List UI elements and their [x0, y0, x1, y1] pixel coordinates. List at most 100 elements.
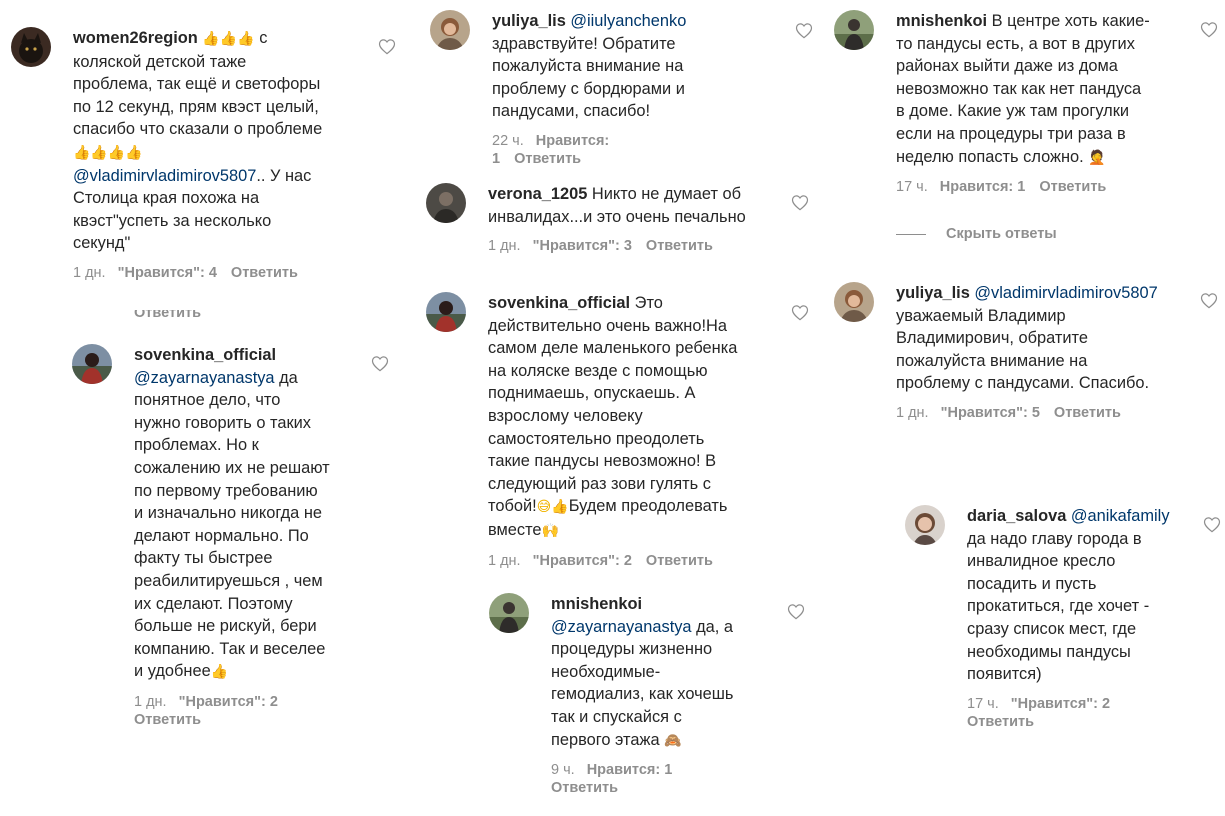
- emoji: 👍👍👍: [202, 31, 255, 47]
- comment-line: пожалуйста внимание на: [492, 55, 686, 78]
- comment-body: women26region 👍👍👍 с коляской детской таже…: [73, 27, 322, 282]
- avatar[interactable]: [834, 282, 874, 322]
- username-link[interactable]: verona_1205: [488, 185, 587, 203]
- comment-line: взрослому человеку: [488, 405, 737, 428]
- comment-line: и удобнее👍: [134, 660, 330, 684]
- mention-link[interactable]: @vladimirvladimirov5807: [73, 167, 256, 185]
- likes-count[interactable]: "Нравится": 3: [533, 238, 632, 254]
- likes-count[interactable]: "Нравится": 2: [179, 694, 278, 710]
- avatar[interactable]: [489, 593, 529, 633]
- comment-line: необходимые-: [551, 661, 733, 684]
- avatar[interactable]: [426, 183, 466, 223]
- timestamp[interactable]: 1 дн.: [488, 553, 521, 569]
- timestamp[interactable]: 22 ч.: [492, 133, 524, 149]
- comment-text: появится): [967, 665, 1042, 684]
- comment-text: посадить и пусть: [967, 574, 1097, 593]
- reply-button[interactable]: Ответить: [646, 553, 713, 569]
- heart-icon[interactable]: [1203, 516, 1221, 533]
- comment-body: yuliya_lis @vladimirvladimirov5807 уважае…: [896, 282, 1158, 422]
- comment-text: проблема, так ещё и светофоры: [73, 75, 321, 94]
- username-link[interactable]: daria_salova: [967, 507, 1066, 525]
- emoji: 👍👍👍👍: [73, 144, 143, 161]
- reply-button[interactable]: Ответить: [134, 712, 201, 728]
- avatar[interactable]: [426, 292, 466, 332]
- reply-button[interactable]: Ответить: [551, 780, 618, 796]
- avatar[interactable]: [72, 344, 112, 384]
- avatar[interactable]: [430, 10, 470, 50]
- comment-line: квэст"успеть за несколько: [73, 210, 322, 233]
- comment-text: следующий раз зови гулять с: [488, 474, 711, 493]
- username-link[interactable]: mnishenkoi: [551, 595, 642, 613]
- avatar[interactable]: [905, 505, 945, 545]
- comment-text: с: [254, 29, 268, 47]
- mention-link[interactable]: @zayarnayanastya: [551, 618, 692, 636]
- comment-meta: 22 ч. Нравится: 1 Ответить: [492, 132, 686, 168]
- comment-text: проблему с пандусами. Спасибо.: [896, 374, 1150, 393]
- comment-body: verona_1205 Никто не думает об инвалидах.…: [488, 183, 746, 255]
- comment-line: так и спускайся с: [551, 706, 733, 729]
- reply-button[interactable]: Ответить: [967, 714, 1034, 730]
- likes-count[interactable]: "Нравится": 5: [941, 405, 1040, 421]
- comment-text: инвалидах...и это очень печально: [488, 207, 746, 226]
- comment-line: да надо главу города в: [967, 528, 1170, 551]
- avatar[interactable]: [11, 27, 51, 67]
- emoji: 🙌: [541, 522, 559, 539]
- timestamp[interactable]: 1 дн.: [488, 238, 521, 254]
- cutoff-reply-link[interactable]: Ответить: [134, 310, 201, 324]
- likes-count[interactable]: Нравится: 1: [940, 179, 1026, 195]
- mention-link[interactable]: @zayarnayanastya: [134, 369, 275, 387]
- reply-button[interactable]: Ответить: [231, 265, 298, 281]
- heart-icon[interactable]: [378, 38, 396, 55]
- comment-text: да надо главу города в: [967, 529, 1142, 548]
- reply-button[interactable]: Ответить: [1039, 179, 1106, 195]
- comment-line: пожалуйста внимание на: [896, 350, 1158, 373]
- username-link[interactable]: yuliya_lis: [896, 284, 970, 302]
- comment-line: @vladimirvladimirov5807.. У нас: [73, 165, 322, 188]
- comment-text: если на процедуры три раза в: [896, 124, 1126, 143]
- comment-body: sovenkina_official @zayarnayanastya да пон…: [134, 344, 330, 729]
- heart-icon[interactable]: [791, 304, 809, 321]
- heart-icon[interactable]: [795, 22, 813, 39]
- comment-text: первого этажа: [551, 730, 665, 749]
- likes-count[interactable]: "Нравится": 2: [533, 553, 632, 569]
- heart-icon[interactable]: [787, 603, 805, 620]
- comment-line: sovenkina_official: [134, 344, 330, 367]
- comment-text: и изначально никогда не: [134, 504, 322, 523]
- mention-link[interactable]: @iiulyanchenko: [570, 12, 686, 30]
- comment-line: неделю попасть сложно. 🤦: [896, 146, 1150, 170]
- comment-line: по первому требованию: [134, 480, 330, 503]
- mention-link[interactable]: @vladimirvladimirov5807: [974, 284, 1157, 302]
- reply-button[interactable]: Ответить: [646, 238, 713, 254]
- heart-icon[interactable]: [791, 194, 809, 211]
- heart-icon[interactable]: [1200, 21, 1218, 38]
- comment-line: спасибо что сказали о проблеме: [73, 118, 322, 141]
- heart-icon[interactable]: [371, 355, 389, 372]
- comment-line: daria_salova @anikafamily: [967, 505, 1170, 528]
- comment-line: сожалению их не решают: [134, 457, 330, 480]
- comment-line: реабилитируешься , чем: [134, 570, 330, 593]
- hide-replies-button[interactable]: Скрыть ответы: [896, 226, 1057, 242]
- heart-icon[interactable]: [1200, 292, 1218, 309]
- likes-count[interactable]: Нравится: 1: [587, 762, 673, 778]
- reply-button[interactable]: Ответить: [1054, 405, 1121, 421]
- likes-count[interactable]: "Нравится": 4: [118, 265, 217, 281]
- username-link[interactable]: sovenkina_official: [488, 294, 630, 312]
- username-link[interactable]: mnishenkoi: [896, 12, 987, 30]
- comment-text: факту ты быстрее: [134, 549, 273, 568]
- timestamp[interactable]: 17 ч.: [967, 696, 999, 712]
- username-link[interactable]: women26region: [73, 29, 198, 47]
- comment-line: 👍👍👍👍: [73, 141, 322, 165]
- comment-line: проблема, так ещё и светофоры: [73, 73, 322, 96]
- timestamp[interactable]: 17 ч.: [896, 179, 928, 195]
- timestamp[interactable]: 1 дн.: [896, 405, 929, 421]
- timestamp[interactable]: 9 ч.: [551, 762, 575, 778]
- reply-button[interactable]: Ответить: [514, 151, 581, 167]
- username-link[interactable]: yuliya_lis: [492, 12, 566, 30]
- timestamp[interactable]: 1 дн.: [73, 265, 106, 281]
- comment-line: в доме. Какие уж там прогулки: [896, 100, 1150, 123]
- avatar[interactable]: [834, 10, 874, 50]
- username-link[interactable]: sovenkina_official: [134, 346, 276, 364]
- mention-link[interactable]: @anikafamily: [1071, 507, 1170, 525]
- timestamp[interactable]: 1 дн.: [134, 694, 167, 710]
- likes-count[interactable]: "Нравится": 2: [1011, 696, 1110, 712]
